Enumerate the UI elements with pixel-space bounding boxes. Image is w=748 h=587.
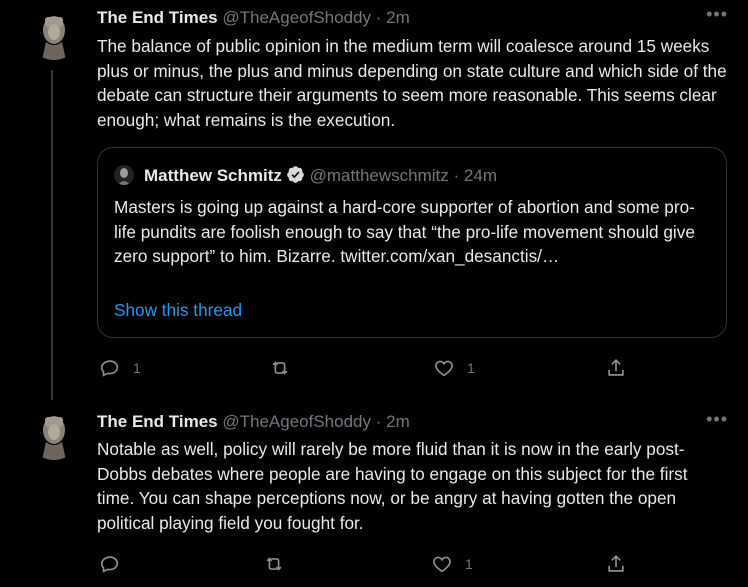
- like-button[interactable]: 1: [433, 356, 475, 380]
- reply-icon: [100, 360, 119, 377]
- more-icon[interactable]: •••: [706, 409, 728, 430]
- quoted-timestamp: 24m: [463, 166, 497, 185]
- avatar[interactable]: [28, 408, 80, 460]
- timestamp[interactable]: 2m: [386, 412, 410, 431]
- more-icon[interactable]: •••: [706, 4, 728, 25]
- author-name[interactable]: The End Times: [97, 8, 218, 27]
- verified-badge-icon: [286, 165, 305, 184]
- tweet-1[interactable]: The End Times @TheAgeofShoddy · 2m ••• T…: [0, 0, 748, 395]
- timestamp[interactable]: 2m: [386, 8, 410, 27]
- tweet-actions: 1 1: [97, 356, 637, 380]
- like-icon: [433, 556, 451, 573]
- share-button[interactable]: [605, 356, 627, 380]
- retweet-button[interactable]: [263, 552, 297, 576]
- share-icon: [608, 359, 624, 376]
- show-thread-link[interactable]: Show this thread: [114, 299, 242, 321]
- tweet-header: The End Times @TheAgeofShoddy · 2m: [97, 7, 410, 29]
- like-button[interactable]: 1: [431, 552, 473, 576]
- reply-button[interactable]: [99, 552, 133, 576]
- quoted-tweet-text: Masters is going up against a hard-core …: [114, 197, 695, 266]
- separator: ·: [375, 412, 382, 431]
- like-count: 1: [467, 360, 475, 376]
- share-icon: [608, 555, 624, 572]
- retweet-icon: [272, 361, 288, 375]
- quoted-tweet-header: Matthew Schmitz @matthewschmitz · 24m: [114, 165, 497, 187]
- reply-count: 1: [133, 360, 141, 376]
- like-icon: [435, 360, 453, 377]
- separator: ·: [375, 8, 382, 27]
- quoted-author-handle: @matthewschmitz: [309, 166, 449, 185]
- quoted-author-name: Matthew Schmitz: [144, 166, 282, 185]
- retweet-icon: [266, 557, 282, 571]
- share-button[interactable]: [605, 552, 627, 576]
- tweet-header: The End Times @TheAgeofShoddy · 2m: [97, 411, 410, 433]
- like-count: 1: [465, 556, 473, 572]
- quoted-avatar: [114, 165, 134, 185]
- author-handle[interactable]: @TheAgeofShoddy: [222, 8, 371, 27]
- reply-icon: [100, 556, 119, 573]
- quoted-tweet[interactable]: Matthew Schmitz @matthewschmitz · 24m Ma…: [97, 147, 727, 338]
- tweet-2[interactable]: The End Times @TheAgeofShoddy · 2m ••• N…: [0, 405, 748, 587]
- tweet-actions: 1: [97, 552, 637, 576]
- separator: ·: [453, 166, 460, 185]
- author-handle[interactable]: @TheAgeofShoddy: [222, 412, 371, 431]
- avatar[interactable]: [28, 8, 80, 60]
- reply-button[interactable]: 1: [99, 356, 141, 380]
- retweet-button[interactable]: [269, 356, 303, 380]
- author-name[interactable]: The End Times: [97, 412, 218, 431]
- tweet-text: Notable as well, policy will rarely be m…: [97, 439, 688, 533]
- tweet-text: The balance of public opinion in the med…: [97, 36, 727, 130]
